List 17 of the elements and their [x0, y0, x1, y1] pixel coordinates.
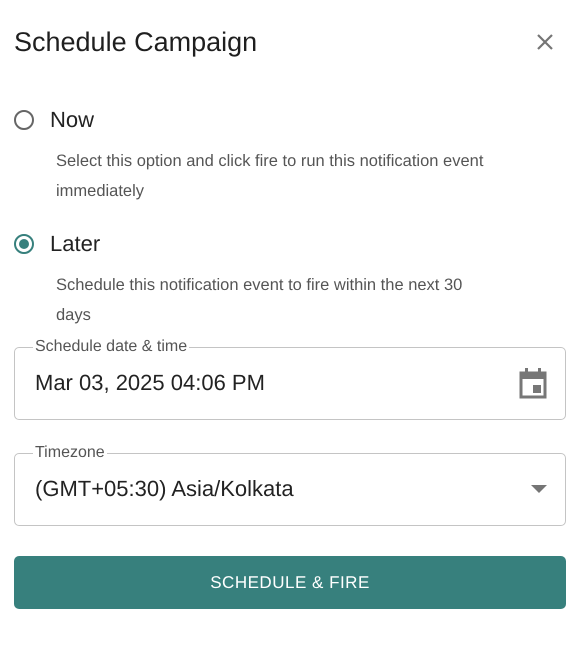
date-input[interactable]: Mar 03, 2025 04:06 PM: [35, 370, 511, 396]
close-icon[interactable]: [536, 33, 554, 51]
timezone-input[interactable]: (GMT+05:30) Asia/Kolkata: [35, 476, 523, 502]
timezone-dropdown[interactable]: Timezone (GMT+05:30) Asia/Kolkata: [14, 444, 566, 526]
option-label: Now: [50, 107, 94, 133]
radio-button[interactable]: [14, 234, 34, 254]
field-label: Schedule date & time: [34, 338, 188, 356]
option-label: Later: [50, 231, 100, 257]
field-label: Timezone: [34, 444, 106, 462]
calendar-icon[interactable]: [519, 366, 547, 398]
schedule-button[interactable]: SCHEDULE & FIRE: [14, 556, 566, 609]
radio-button[interactable]: [14, 110, 34, 130]
caret-icon: [531, 484, 547, 492]
option-description: Select this option and click fire to run this notification event immediately: [56, 151, 484, 202]
option-description: Schedule this notification event to fire within the next 30 days: [56, 275, 464, 326]
dialog-title: Schedule Campaign: [14, 26, 258, 58]
date-field[interactable]: Schedule date & time Mar 03, 2025 04:06 PM: [14, 338, 566, 420]
